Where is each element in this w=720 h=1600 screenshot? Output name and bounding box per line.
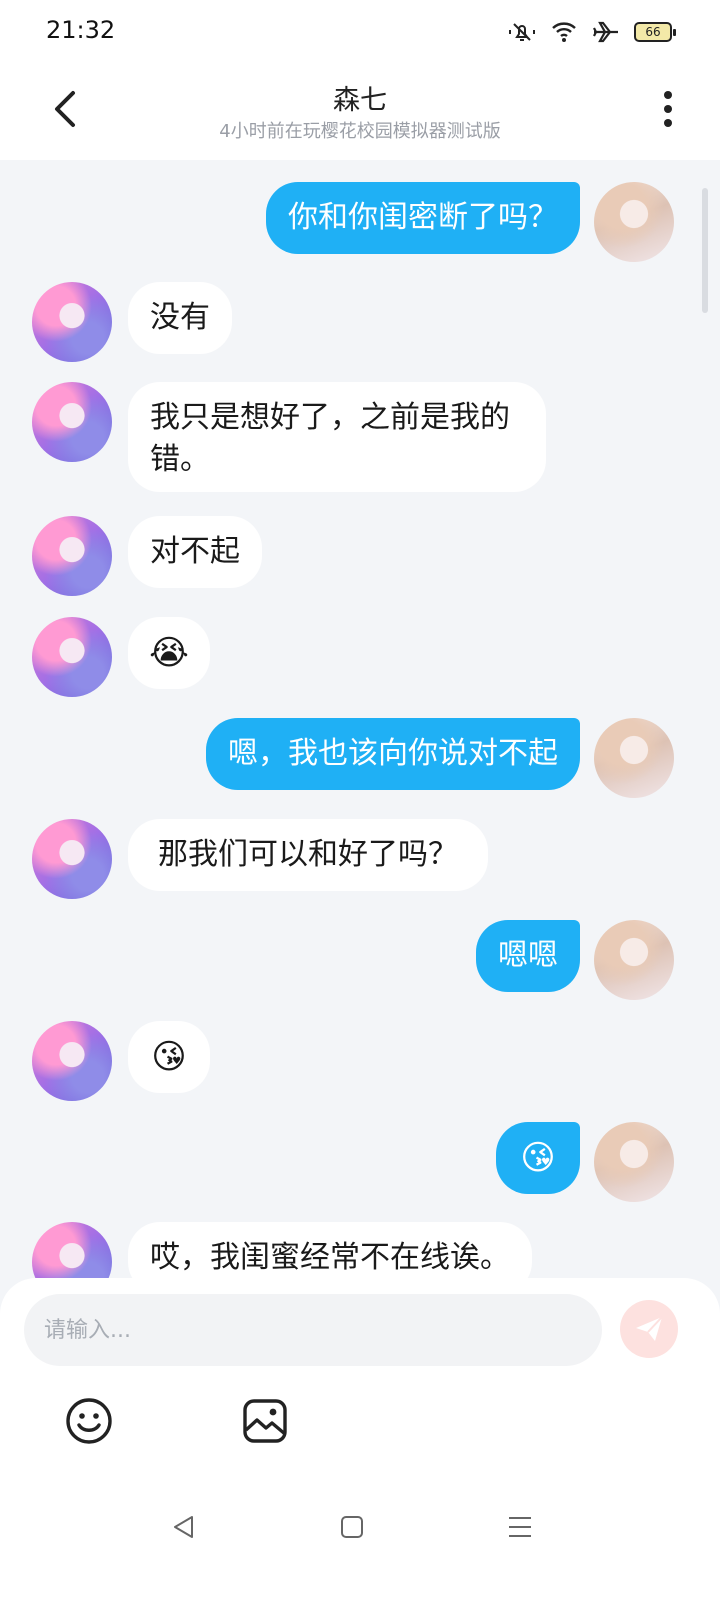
status-time: 21:32 (46, 16, 116, 44)
emoji-button[interactable] (64, 1396, 114, 1446)
status-icons: 66 (508, 18, 676, 46)
more-options-button[interactable] (656, 84, 680, 134)
message-list[interactable]: 你和你闺密断了吗？ 没有 我只是想好了，之前是我的错。 对不起 😭 嗯，我也该向… (0, 160, 720, 1305)
avatar[interactable] (594, 1122, 674, 1202)
battery-icon: 66 (634, 22, 676, 42)
avatar[interactable] (594, 182, 674, 262)
system-navigation-bar (0, 1495, 720, 1565)
message-bubble-sent[interactable]: 嗯嗯 (476, 920, 580, 992)
airplane-icon (593, 21, 618, 43)
message-bubble-received[interactable]: 对不起 (128, 516, 262, 588)
nav-home-button[interactable] (334, 1509, 370, 1545)
message-bubble-sent[interactable]: 你和你闺密断了吗？ (266, 182, 580, 254)
contact-name: 森七 (333, 85, 387, 116)
avatar[interactable] (32, 282, 112, 362)
avatar[interactable] (594, 718, 674, 798)
menu-lines-icon (509, 1517, 531, 1537)
avatar[interactable] (32, 819, 112, 899)
nav-back-button[interactable] (166, 1509, 202, 1545)
message-bubble-sent[interactable]: 😘 (496, 1122, 580, 1194)
more-vertical-icon (664, 91, 672, 127)
message-bubble-received[interactable]: 我只是想好了，之前是我的错。 (128, 382, 546, 492)
message-input[interactable] (24, 1294, 602, 1366)
avatar[interactable] (32, 1021, 112, 1101)
square-home-icon (341, 1516, 363, 1538)
smiley-icon (66, 1398, 112, 1444)
image-button[interactable] (240, 1396, 290, 1446)
chat-header: 森七 4小时前在玩樱花校园模拟器测试版 (0, 64, 720, 160)
wifi-icon (552, 22, 576, 42)
avatar[interactable] (32, 516, 112, 596)
message-bubble-received[interactable]: 没有 (128, 282, 232, 354)
image-icon (243, 1399, 287, 1443)
mute-icon (509, 23, 535, 41)
avatar[interactable] (32, 382, 112, 462)
scrollbar-thumb[interactable] (702, 188, 708, 313)
contact-status: 4小时前在玩樱花校园模拟器测试版 (219, 121, 501, 142)
message-bubble-sent[interactable]: 嗯，我也该向你说对不起 (206, 718, 580, 790)
triangle-back-icon (174, 1516, 193, 1538)
message-bubble-received[interactable]: 😭 (128, 617, 210, 689)
message-bubble-received[interactable]: 😘 (128, 1021, 210, 1093)
send-icon (636, 1316, 663, 1341)
status-bar: 21:32 66 (0, 0, 720, 64)
avatar[interactable] (32, 617, 112, 697)
message-bubble-received[interactable]: 那我们可以和好了吗？ (128, 819, 488, 891)
send-button[interactable] (620, 1300, 678, 1358)
avatar[interactable] (594, 920, 674, 1000)
nav-recents-button[interactable] (502, 1509, 538, 1545)
